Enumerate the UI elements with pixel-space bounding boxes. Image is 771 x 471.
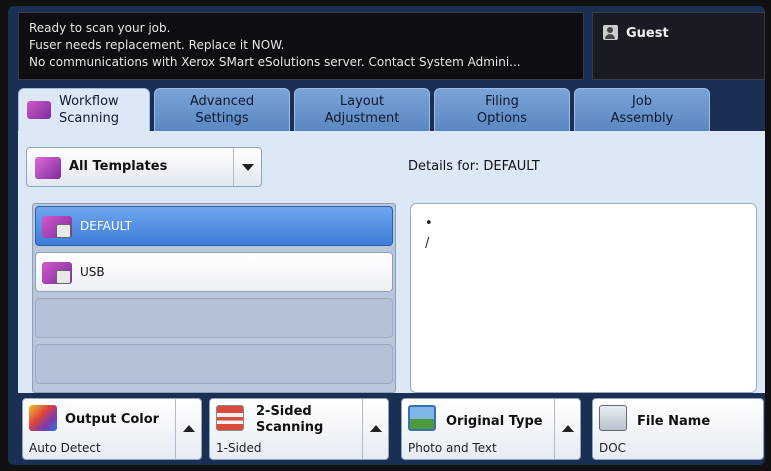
workflow-scanning-icon <box>27 101 51 119</box>
details-heading: Details for: DEFAULT <box>408 159 540 174</box>
workflow-panel: All Templates Details for: DEFAULT DEFAU… <box>18 131 765 393</box>
file-name-icon <box>599 405 627 431</box>
feature-title: Original Type <box>446 414 543 429</box>
tab-label-line2: Assembly <box>610 111 674 126</box>
status-line: Fuser needs replacement. Replace it NOW. <box>29 38 285 52</box>
user-icon <box>603 25 618 40</box>
guest-login-button[interactable]: Guest <box>592 12 765 80</box>
tab-label-line1: Job <box>631 94 653 109</box>
list-item-default[interactable]: DEFAULT <box>35 206 393 246</box>
tab-label-line2: Options <box>476 111 528 126</box>
details-line: • <box>425 216 433 231</box>
screen: Ready to scan your job. Fuser needs repl… <box>8 6 765 465</box>
tab-layout-adjustment[interactable]: Layout Adjustment <box>294 88 430 132</box>
templates-icon <box>35 157 61 179</box>
usb-template-icon <box>42 262 72 284</box>
feature-title: 2-Sided Scanning <box>256 404 323 436</box>
workflow-template-icon <box>42 216 72 238</box>
chevron-down-icon[interactable] <box>233 148 261 186</box>
details-line: / <box>425 236 430 251</box>
status-line: No communications with Xerox SMart eSolu… <box>29 55 521 69</box>
feature-title-line2: Scanning <box>256 420 324 435</box>
tab-bar: Workflow Scanning Advanced Settings Layo… <box>18 88 718 134</box>
original-type-icon <box>408 405 436 431</box>
two-sided-icon <box>216 405 244 431</box>
template-list: DEFAULT USB <box>32 203 396 393</box>
list-item-label: USB <box>80 265 105 279</box>
feature-title-line1: 2-Sided <box>256 404 312 419</box>
feature-title: Output Color <box>65 412 160 427</box>
tab-label-line2: Settings <box>195 111 249 126</box>
tab-label-line1: Filing <box>485 94 519 109</box>
chevron-up-icon[interactable] <box>362 399 388 459</box>
feature-value: Photo and Text <box>408 441 497 455</box>
list-item-label: DEFAULT <box>80 219 132 233</box>
guest-label: Guest <box>626 26 669 41</box>
tab-job-assembly[interactable]: Job Assembly <box>574 88 710 132</box>
feature-value: DOC <box>599 441 627 455</box>
template-filter-dropdown[interactable]: All Templates <box>26 147 262 187</box>
original-type-button[interactable]: Original Type Photo and Text <box>401 398 581 460</box>
feature-value: 1-Sided <box>216 441 262 455</box>
tab-label-line1: Workflow <box>59 94 119 109</box>
output-color-button[interactable]: Output Color Auto Detect <box>22 398 202 460</box>
status-line: Ready to scan your job. <box>29 21 171 35</box>
tab-label-line1: Advanced <box>189 94 255 109</box>
tab-filing-options[interactable]: Filing Options <box>434 88 570 132</box>
feature-title: File Name <box>637 414 711 429</box>
file-name-button[interactable]: File Name DOC <box>592 398 764 460</box>
chevron-up-icon[interactable] <box>175 399 201 459</box>
list-item-usb[interactable]: USB <box>35 252 393 292</box>
status-message-area[interactable]: Ready to scan your job. Fuser needs repl… <box>18 12 584 80</box>
chevron-up-icon[interactable] <box>554 399 580 459</box>
output-color-icon <box>29 405 57 431</box>
list-item-empty <box>35 344 393 384</box>
tab-label-line1: Layout <box>339 94 385 109</box>
tab-label-line2: Adjustment <box>324 111 400 126</box>
template-details-box: • / <box>410 203 757 393</box>
tab-workflow-scanning[interactable]: Workflow Scanning <box>18 88 150 134</box>
template-filter-value: All Templates <box>69 159 168 174</box>
feature-value: Auto Detect <box>29 441 101 455</box>
tab-advanced-settings[interactable]: Advanced Settings <box>154 88 290 132</box>
tab-label-line2: Scanning <box>59 111 119 126</box>
list-item-empty <box>35 298 393 338</box>
two-sided-scanning-button[interactable]: 2-Sided Scanning 1-Sided <box>209 398 389 460</box>
